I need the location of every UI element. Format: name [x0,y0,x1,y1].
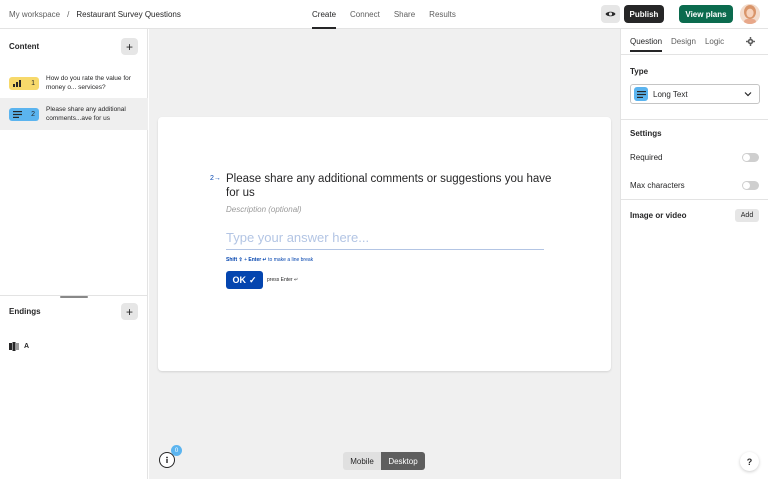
arrow-right-icon: → [213,175,221,182]
settings-panel: Question Design Logic Type Long Text Set… [620,29,768,479]
question-list-item[interactable]: 1 How do you rate the value for money o.… [0,67,148,99]
press-enter-hint: press Enter ↵ [267,277,299,283]
publish-button[interactable]: Publish [624,5,664,23]
long-text-icon [13,110,22,118]
preview-button[interactable] [601,5,620,23]
ending-list-item[interactable]: A [9,340,39,353]
required-toggle[interactable] [742,153,759,162]
description-field[interactable]: Description (optional) [226,205,302,214]
rating-bars-icon [13,79,21,87]
info-icon [166,456,168,463]
check-icon: ✓ [248,274,257,285]
image-video-label: Image or video [630,211,687,220]
content-title: Content [9,42,40,51]
tab-question[interactable]: Question [630,37,663,52]
question-type-value: Long Text [653,89,688,99]
gear-icon[interactable] [746,37,755,48]
line-break-hint: Shift ⇧ + Enter ↵ to make a line break [226,257,314,263]
ending-icon [9,342,19,351]
tab-connect[interactable]: Connect [350,10,380,19]
help-button[interactable]: ? [740,452,759,471]
add-content-button[interactable]: + [121,38,138,55]
tab-share[interactable]: Share [394,10,415,19]
main-tabs: Create Connect Share Results [312,10,470,29]
question-number-label: 2→ [210,175,221,182]
panel-divider [621,199,768,200]
breadcrumb-form-name[interactable]: Restaurant Survey Questions [76,10,181,19]
desktop-view-button[interactable]: Desktop [381,452,425,470]
question-number: 1 [31,79,35,87]
mobile-view-button[interactable]: Mobile [343,452,381,470]
content-sidebar: Content + 1 How do you rate the value fo… [0,29,148,479]
device-toggle: Mobile Desktop [343,452,425,470]
panel-divider [621,54,768,55]
question-number: 2 [31,110,35,118]
breadcrumb-separator: / [67,10,70,19]
panel-divider [621,119,768,120]
question-list-item-selected[interactable]: 2 Please share any additional comments..… [0,98,148,130]
tab-create[interactable]: Create [312,10,337,29]
ending-badge: A [9,340,39,353]
max-characters-toggle[interactable] [742,181,759,190]
tab-design[interactable]: Design [671,37,696,46]
tab-logic[interactable]: Logic [705,37,724,46]
view-plans-button[interactable]: View plans [679,5,733,23]
editor-canvas: 2→ Please share any additional comments … [149,29,620,479]
question-type-select[interactable]: Long Text [630,84,760,104]
question-title[interactable]: Please share any additional comments or … [226,172,556,200]
tab-results[interactable]: Results [429,10,456,19]
answer-input[interactable]: Type your answer here... [226,230,544,250]
question-badge: 2 [9,107,39,121]
add-media-button[interactable]: Add [735,209,759,222]
ending-label: A [24,343,30,350]
plus-icon: + [125,304,133,319]
type-title: Type [630,67,649,76]
eye-icon [605,11,616,17]
top-bar: My workspace / Restaurant Survey Questions… [0,0,768,29]
max-characters-label: Max characters [630,181,685,190]
plus-icon: + [125,39,133,54]
breadcrumb-workspace[interactable]: My workspace [9,10,60,19]
settings-title: Settings [630,129,662,138]
question-text: How do you rate the value for money o...… [46,75,131,91]
chevron-down-icon [744,92,752,97]
question-badge: 1 [9,76,39,90]
endings-title: Endings [9,307,41,316]
required-label: Required [630,153,663,162]
resize-handle[interactable] [60,296,88,298]
add-ending-button[interactable]: + [121,303,138,320]
notification-count-badge: 0 [171,445,182,456]
ok-button[interactable]: OK ✓ [226,271,263,289]
question-text: Please share any additional comments...a… [46,106,126,122]
question-card: 2→ Please share any additional comments … [158,117,611,371]
avatar[interactable] [740,4,760,24]
panel-tabs: Question Design Logic [630,37,733,52]
long-text-icon [634,87,648,101]
breadcrumb: My workspace / Restaurant Survey Questions [9,10,181,19]
